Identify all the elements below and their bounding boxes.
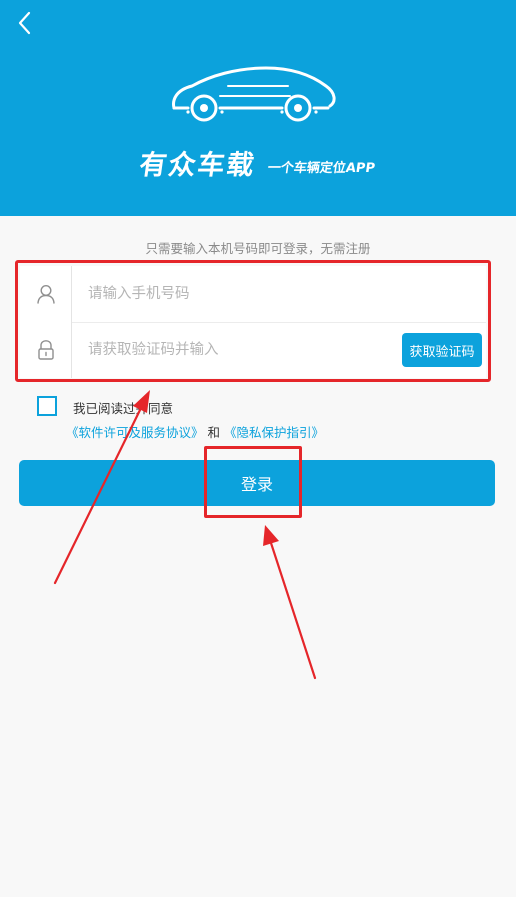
- phone-input[interactable]: [72, 274, 486, 314]
- annotation-arrow-lower: [263, 525, 317, 680]
- terms-link[interactable]: 《软件许可及服务协议》: [66, 425, 204, 440]
- phone-row-icon: [20, 266, 72, 322]
- agreement-conjunction: 和: [207, 425, 221, 440]
- phone-row: [20, 266, 486, 322]
- brand-row: 有众车载 一个车辆定位APP: [0, 146, 516, 182]
- user-icon: [36, 284, 55, 304]
- brand-tagline: 一个车辆定位APP: [267, 161, 377, 176]
- code-row-icon: [20, 322, 72, 378]
- login-hint: 只需要输入本机号码即可登录，无需注册: [145, 241, 371, 256]
- brand-name: 有众车载: [137, 150, 259, 181]
- login-form: 获取验证码: [20, 266, 486, 378]
- agreement-checkbox[interactable]: [37, 396, 57, 416]
- privacy-link[interactable]: 《隐私保护指引》: [224, 425, 324, 440]
- app-header: 有众车载 一个车辆定位APP: [0, 0, 516, 216]
- get-code-button[interactable]: 获取验证码: [402, 333, 482, 367]
- login-button[interactable]: 登录: [19, 460, 495, 506]
- car-icon: [172, 66, 336, 122]
- chevron-left-icon: [18, 11, 31, 35]
- agreement-text: 我已阅读过并同意: [73, 401, 174, 416]
- verification-code-input[interactable]: [72, 330, 402, 370]
- agreement-links: 《软件许可及服务协议》 和 《隐私保护指引》: [66, 422, 324, 441]
- code-row: 获取验证码: [20, 322, 486, 378]
- lock-icon: [37, 340, 54, 360]
- back-button[interactable]: [12, 8, 40, 38]
